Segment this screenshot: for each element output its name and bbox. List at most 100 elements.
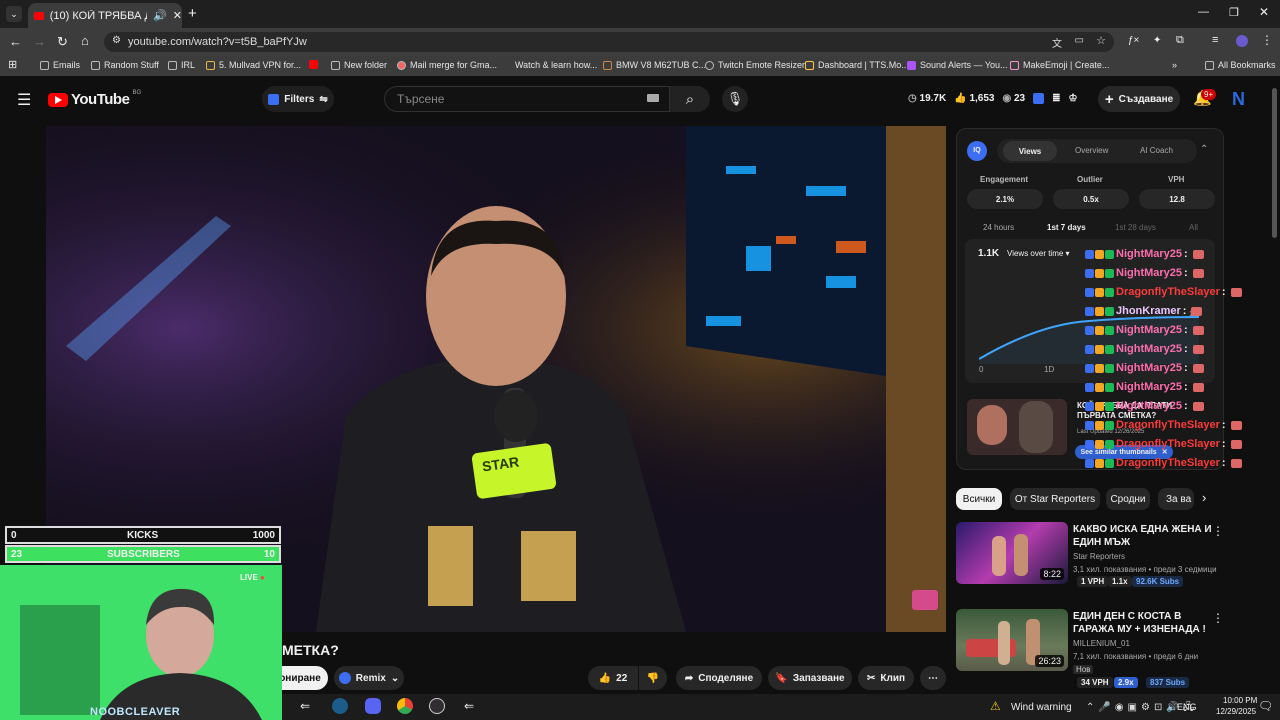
discord-icon[interactable] [365,698,381,714]
page-scrollbar[interactable] [1272,88,1277,238]
bookmark-item[interactable]: Watch & learn how... [502,60,597,70]
video-thumbnail[interactable]: 26:23 [956,609,1068,671]
url-field[interactable]: ⚙ youtube.com/watch?v=t5B_baPfYJw 文 ▭ ☆ [104,32,1114,52]
video-title[interactable]: ЕДИН ДЕН С КОСТА В ГАРАЖА МУ + ИЗНЕНАДА … [1073,610,1223,636]
bookmark-item[interactable]: Random Stuff [91,60,159,70]
tab-ai-coach[interactable]: AI Coach [1140,146,1173,155]
minimize-icon[interactable]: — [1198,6,1209,18]
bookmark-star-icon[interactable]: ☆ [1096,34,1106,47]
bookmark-item[interactable]: Emails [40,60,80,70]
new-tab-icon[interactable]: + [188,5,197,22]
hamburger-menu-icon[interactable]: ☰ [17,90,31,110]
extension-icon-2[interactable]: ✦ [1153,35,1161,46]
share-button[interactable]: ➦ Споделяне [676,666,762,690]
voice-search-button[interactable]: 🎙 [722,86,748,112]
create-button[interactable]: + Създаване [1098,86,1180,112]
range-24h[interactable]: 24 hours [983,223,1014,232]
restore-icon[interactable]: ❐ [1229,6,1239,19]
vidiq-icon[interactable] [1033,93,1045,104]
profile-avatar[interactable] [1236,35,1248,47]
browser-menu-icon[interactable]: ⋮ [1261,33,1273,47]
clock-date[interactable]: 12/29/2025 [1216,707,1256,716]
more-actions-icon[interactable]: ⋮ [1212,611,1224,625]
search-input[interactable]: Търсене [384,86,670,112]
save-button[interactable]: 🔖 Запазване [768,666,852,690]
bookmark-item[interactable]: Sound Alerts — You... [907,60,1008,70]
channel-name[interactable]: MILLENIUM_01 [1073,639,1130,648]
clip-button[interactable]: ✂ Клип [858,666,914,690]
tab-search-icon[interactable]: ⌄ [6,6,22,22]
more-actions-icon[interactable]: ⋮ [1212,524,1224,538]
reload-icon[interactable]: ↻ [57,34,68,50]
filters-button[interactable]: Filters ⇋ [262,86,334,112]
window-close-icon[interactable]: ✕ [1259,5,1269,19]
forward-icon[interactable]: → [33,34,46,49]
cast-icon[interactable]: ▭ [1075,35,1084,46]
bookmark-item[interactable]: BMW V8 M62TUB C... [603,60,706,70]
list-icon[interactable]: ≣ [1052,93,1060,104]
home-icon[interactable]: ⌂ [81,33,89,48]
keyboard-icon[interactable] [647,94,659,102]
bookmark-item[interactable]: 5. Mullvad VPN for... [206,60,301,70]
chrome-icon[interactable] [397,698,413,714]
bookmark-item[interactable]: IRL [168,60,195,70]
chip-all[interactable]: Всички [956,488,1002,510]
browser-tab[interactable]: (10) КОЙ ТРЯБВА ДА ПЛАТ 🔊 ✕ [28,3,182,28]
speaker-icon[interactable]: 🔊 [153,9,167,22]
chip-related[interactable]: Сродни [1106,488,1150,510]
remix-button[interactable]: Remix ⌄ [334,666,404,690]
chip-for-you[interactable]: За ва [1158,488,1194,510]
bookmark-item[interactable]: Twitch Emote Resizer [705,60,805,70]
range-all[interactable]: All [1189,223,1198,232]
extensions-puzzle-icon[interactable]: ⧉ [1176,34,1184,47]
video-thumbnail[interactable]: 8:22 [956,522,1068,584]
video-title[interactable]: КАКВО ИСКА ЕДНА ЖЕНА И ЕДИН МЪЖ [1073,523,1223,549]
collapse-chevron-icon[interactable]: ⌃ [1200,144,1208,155]
chart-metric-select[interactable]: Views over time ▾ [1007,249,1070,258]
bookmark-item[interactable] [309,60,318,69]
thumbnail-preview[interactable] [967,399,1067,455]
sound-alerts-icon [907,60,916,70]
chip-channel[interactable]: От Star Reporters [1010,488,1100,510]
bookmark-label: 5. Mullvad VPN for... [219,60,302,70]
account-avatar[interactable]: N [1232,89,1245,110]
trophy-icon[interactable]: ♔ [1069,93,1078,104]
more-bookmarks-icon[interactable]: » [1172,60,1177,70]
bookmark-item[interactable]: Dashboard | TTS.Mo... [805,60,909,70]
bookmark-item[interactable]: Mail merge for Gma... [397,60,497,70]
bookmark-item[interactable]: New folder [331,60,387,70]
weather-warning-icon[interactable]: ⚠ [990,699,1001,713]
more-actions-button[interactable]: ⋯ [920,666,946,690]
range-7d[interactable]: 1st 7 days [1047,223,1086,232]
like-button[interactable]: 👍 22 [588,666,638,690]
recommended-video[interactable]: 26:23 ЕДИН ДЕН С КОСТА В ГАРАЖА МУ + ИЗН… [956,609,1256,689]
tab-views[interactable]: Views [1003,141,1057,161]
all-bookmarks[interactable]: All Bookmarks [1205,60,1276,70]
taskbar-app-icon[interactable]: ⇐ [300,699,310,713]
search-button[interactable]: ⌕ [670,86,710,112]
chips-next-icon[interactable]: › [1202,490,1206,505]
recommended-video[interactable]: 8:22 КАКВО ИСКА ЕДНА ЖЕНА И ЕДИН МЪЖ ⋮ S… [956,522,1256,588]
bookmark-item[interactable]: MakeEmoji | Create... [1010,60,1109,70]
site-info-icon[interactable]: ⚙ [112,35,121,46]
weather-text[interactable]: Wind warning [1011,702,1072,713]
translate-icon[interactable]: 文 [1052,35,1062,50]
steam-icon[interactable] [332,698,348,714]
channel-name[interactable]: Star Reporters [1073,552,1125,561]
chat-colon: : [1184,400,1188,412]
apps-grid-icon[interactable]: ⊞ [8,58,17,71]
notification-center-icon[interactable]: 🗨 [1258,699,1273,713]
tab-overview[interactable]: Overview [1075,146,1108,155]
youtube-logo[interactable]: YouTube BG [48,90,141,108]
back-icon[interactable]: ← [9,34,22,49]
close-tab-icon[interactable]: ✕ [173,9,182,22]
input-language[interactable]: ENG [1177,702,1197,712]
obs-icon[interactable] [429,698,445,714]
extension-icon-1[interactable]: ƒ× [1128,35,1139,46]
metric-label: VPH [1168,175,1185,184]
tab-strip-icon[interactable]: ≡ [1212,34,1218,46]
range-28d[interactable]: 1st 28 days [1115,223,1156,232]
dislike-button[interactable]: 👎 [639,666,667,690]
taskbar-app-icon[interactable]: ⇐ [464,699,474,713]
clock-time[interactable]: 10:00 PM [1223,696,1257,705]
